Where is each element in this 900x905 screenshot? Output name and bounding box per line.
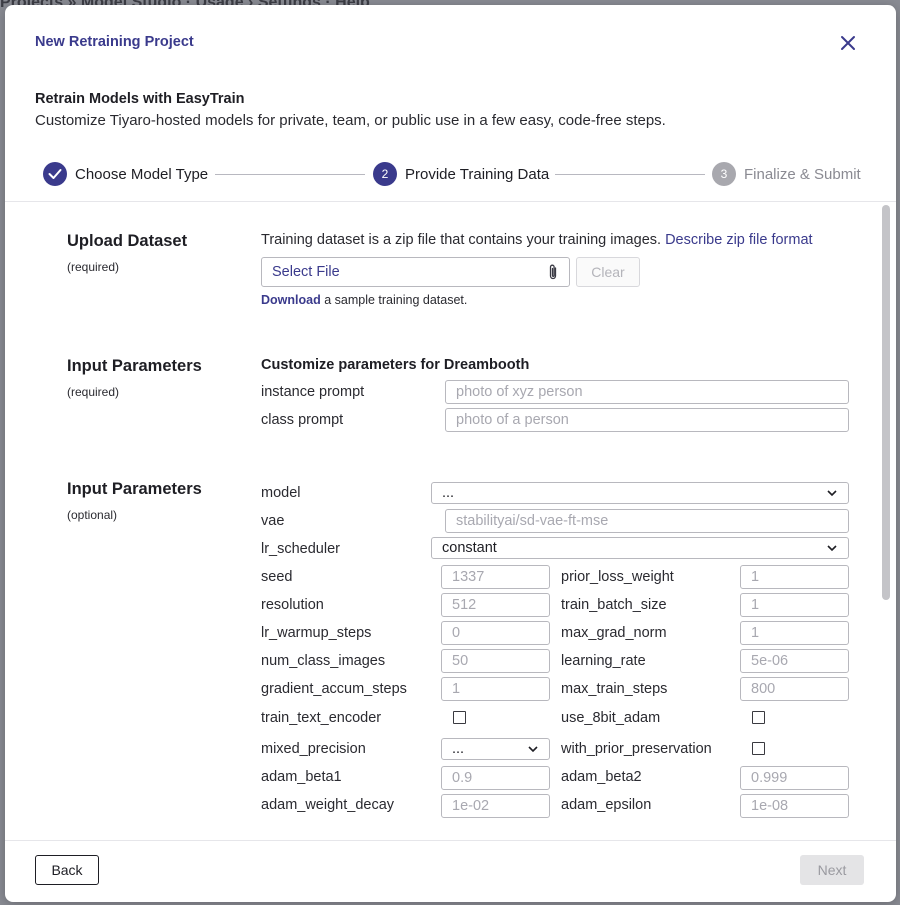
train-text-encoder-label: train_text_encoder xyxy=(261,710,382,726)
upload-description: Training dataset is a zip file that cont… xyxy=(261,232,813,248)
model-select[interactable]: ... xyxy=(431,482,849,504)
step-connector xyxy=(215,174,365,175)
describe-format-link[interactable]: Describe zip file format xyxy=(665,232,812,248)
scrollbar[interactable] xyxy=(882,205,890,600)
optional-params-subtitle: (optional) xyxy=(67,508,118,522)
lr-scheduler-value: constant xyxy=(442,540,497,556)
chevron-down-icon xyxy=(827,490,837,497)
step-choose-model-type: Choose Model Type xyxy=(43,162,208,186)
gradient-accum-steps-label: gradient_accum_steps xyxy=(261,681,407,697)
intro-subtitle: Customize Tiyaro-hosted models for priva… xyxy=(35,112,666,129)
step-connector xyxy=(555,174,705,175)
seed-label: seed xyxy=(261,569,293,585)
lr-warmup-steps-label: lr_warmup_steps xyxy=(261,625,372,641)
intro-title: Retrain Models with EasyTrain xyxy=(35,91,245,107)
select-file-button[interactable]: Select File xyxy=(261,257,570,287)
with-prior-preservation-label: with_prior_preservation xyxy=(561,741,712,757)
mixed-precision-value: ... xyxy=(452,741,465,757)
step-finalize-submit: 3 Finalize & Submit xyxy=(712,162,861,186)
with-prior-preservation-checkbox[interactable] xyxy=(752,742,765,755)
retraining-dialog: New Retraining Project Retrain Models wi… xyxy=(5,5,896,902)
class-prompt-label: class prompt xyxy=(261,412,344,428)
gradient-accum-steps-input[interactable] xyxy=(441,677,550,701)
instance-prompt-label: instance prompt xyxy=(261,384,365,400)
model-label: model xyxy=(261,485,301,501)
use-8bit-adam-label: use_8bit_adam xyxy=(561,710,661,726)
max-grad-norm-label: max_grad_norm xyxy=(561,625,667,641)
download-link[interactable]: Download xyxy=(261,293,321,307)
next-button[interactable]: Next xyxy=(800,855,864,885)
adam-beta1-label: adam_beta1 xyxy=(261,769,342,785)
adam-beta1-input[interactable] xyxy=(441,766,550,790)
max-train-steps-input[interactable] xyxy=(740,677,849,701)
close-icon xyxy=(841,36,855,50)
train-batch-size-label: train_batch_size xyxy=(561,597,667,613)
select-file-label: Select File xyxy=(272,264,340,280)
lr-warmup-steps-input[interactable] xyxy=(441,621,550,645)
optional-params-title: Input Parameters xyxy=(67,480,202,498)
dialog-title: New Retraining Project xyxy=(35,34,194,50)
vae-input[interactable] xyxy=(445,509,849,533)
adam-beta2-label: adam_beta2 xyxy=(561,769,642,785)
dreambooth-heading: Customize parameters for Dreambooth xyxy=(261,357,530,373)
resolution-label: resolution xyxy=(261,597,324,613)
lr-scheduler-select[interactable]: constant xyxy=(431,537,849,559)
adam-weight-decay-input[interactable] xyxy=(441,794,550,818)
adam-beta2-input[interactable] xyxy=(740,766,849,790)
step-provide-training-data: 2 Provide Training Data xyxy=(373,162,549,186)
max-grad-norm-input[interactable] xyxy=(740,621,849,645)
step-label: Provide Training Data xyxy=(405,165,550,183)
divider xyxy=(5,840,896,841)
step-number: 2 xyxy=(373,162,397,186)
stepper: Choose Model Type 2 Provide Training Dat… xyxy=(43,162,863,188)
chevron-down-icon xyxy=(528,746,538,753)
step-label: Finalize & Submit xyxy=(744,165,861,183)
mixed-precision-label: mixed_precision xyxy=(261,741,366,757)
learning-rate-input[interactable] xyxy=(740,649,849,673)
adam-epsilon-label: adam_epsilon xyxy=(561,797,652,813)
required-params-title: Input Parameters xyxy=(67,357,202,375)
adam-weight-decay-label: adam_weight_decay xyxy=(261,797,395,813)
instance-prompt-input[interactable] xyxy=(445,380,849,404)
clear-button[interactable]: Clear xyxy=(576,257,640,287)
upload-section-title: Upload Dataset xyxy=(67,232,188,250)
step-label: Choose Model Type xyxy=(75,165,209,183)
check-icon xyxy=(43,162,67,186)
lr-scheduler-label: lr_scheduler xyxy=(261,541,340,557)
step-number: 3 xyxy=(712,162,736,186)
use-8bit-adam-checkbox[interactable] xyxy=(752,711,765,724)
prior-loss-weight-input[interactable] xyxy=(740,565,849,589)
download-text: a sample training dataset. xyxy=(324,293,468,307)
num-class-images-label: num_class_images xyxy=(261,653,386,669)
model-value: ... xyxy=(442,485,455,501)
adam-epsilon-input[interactable] xyxy=(740,794,849,818)
class-prompt-input[interactable] xyxy=(445,408,849,432)
prior-loss-weight-label: prior_loss_weight xyxy=(561,569,674,585)
required-params-subtitle: (required) xyxy=(67,385,120,399)
download-hint: Download a sample training dataset. xyxy=(261,293,467,307)
mixed-precision-select[interactable]: ... xyxy=(441,738,550,760)
chevron-down-icon xyxy=(827,545,837,552)
upload-description-text: Training dataset is a zip file that cont… xyxy=(261,232,662,248)
seed-input[interactable] xyxy=(441,565,550,589)
close-button[interactable] xyxy=(837,32,859,54)
max-train-steps-label: max_train_steps xyxy=(561,681,668,697)
paperclip-icon xyxy=(549,264,557,280)
vae-label: vae xyxy=(261,513,285,529)
resolution-input[interactable] xyxy=(441,593,550,617)
train-batch-size-input[interactable] xyxy=(740,593,849,617)
num-class-images-input[interactable] xyxy=(441,649,550,673)
back-button[interactable]: Back xyxy=(35,855,99,885)
train-text-encoder-checkbox[interactable] xyxy=(453,711,466,724)
upload-section-subtitle: (required) xyxy=(67,260,120,274)
learning-rate-label: learning_rate xyxy=(561,653,646,669)
